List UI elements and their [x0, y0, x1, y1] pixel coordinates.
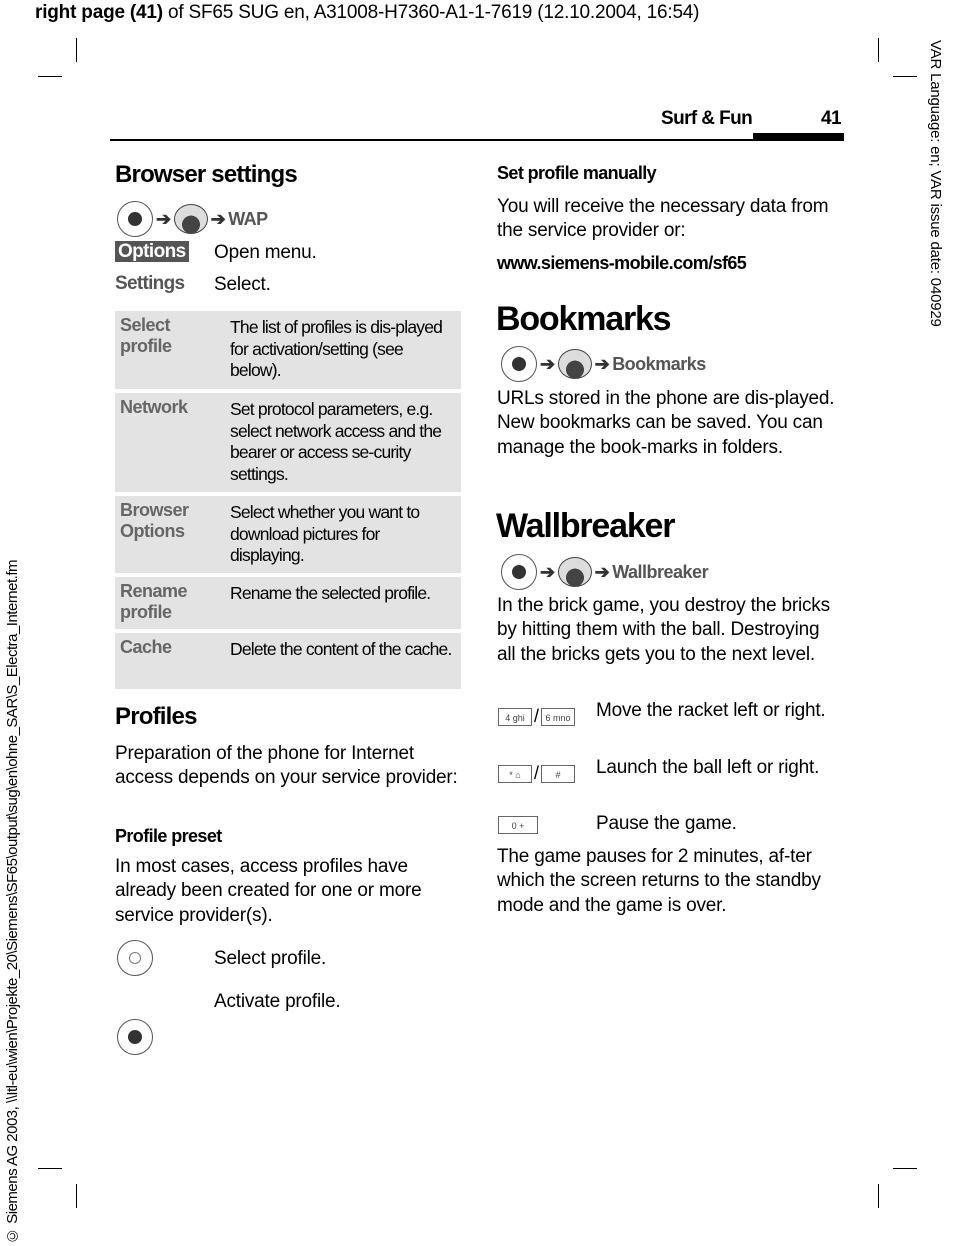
row-key: Browser Options: [115, 496, 225, 573]
row-desc: Rename the selected profile.: [225, 577, 461, 629]
crop-mark: [893, 76, 917, 77]
row-key: Rename profile: [115, 577, 225, 629]
browser-settings-title: Browser settings: [115, 161, 298, 188]
key-desc: Pause the game.: [596, 813, 737, 834]
crop-mark: [878, 38, 879, 62]
key-desc: Move the racket left or right.: [596, 700, 826, 721]
profile-preset-title: Profile preset: [115, 826, 222, 846]
options-desc: Open menu.: [214, 242, 317, 263]
siemens-url[interactable]: www.siemens-mobile.com/sf65: [497, 253, 747, 274]
manual-title: Set profile manually: [497, 163, 657, 183]
profiles-intro: Preparation of the phone for Internet ac…: [115, 743, 458, 789]
menu-path: ➔ ➔ WAP: [117, 201, 268, 237]
surf-fun-icon: [557, 557, 592, 587]
running-head-section: Surf & Fun: [661, 108, 753, 129]
side-text-left: © Siemens AG 2003, \\Itl-eu\wien\Projekt…: [4, 560, 21, 1244]
row-desc: Set protocol parameters, e.g. select net…: [225, 393, 461, 492]
wallbreaker-text: In the brick game, you destroy the brick…: [497, 595, 830, 665]
header-rule: [110, 139, 844, 141]
print-header: right page (41) of SF65 SUG en, A31008-H…: [35, 2, 700, 23]
arrow-icon: ➔: [540, 561, 555, 582]
arrow-icon: ➔: [594, 561, 610, 582]
key-single: 0 +: [498, 816, 538, 834]
nav-up-down-icon: [117, 940, 153, 976]
key-6-icon: 6 mno: [541, 707, 576, 726]
arrow-icon: ➔: [594, 353, 610, 374]
key-pair: * ⌂ / #: [498, 763, 576, 784]
bookmarks-title: Bookmarks: [496, 300, 672, 338]
profile-preset-text: In most cases, access profiles have alre…: [115, 856, 422, 926]
table-row: Select profile The list of profiles is di…: [115, 311, 461, 389]
table-row: Network Set protocol parameters, e.g. sel…: [115, 393, 461, 492]
page-tab: [753, 133, 844, 141]
table-row: Cache Delete the content of the cache.: [115, 633, 461, 689]
wallbreaker-path: ➔ ➔ Wallbreaker: [501, 554, 709, 590]
crop-mark: [76, 38, 77, 62]
settings-desc: Select.: [214, 274, 271, 295]
arrow-icon: ➔: [156, 208, 171, 229]
step-text: Activate profile.: [214, 991, 341, 1012]
key-hash-icon: #: [541, 764, 576, 783]
wallbreaker-footer: The game pauses for 2 minutes, af-ter wh…: [497, 846, 821, 916]
surf-fun-icon: [173, 204, 208, 234]
crop-mark: [893, 1168, 917, 1169]
nav-key-icon: [117, 201, 153, 237]
nav-key-icon: [501, 346, 537, 382]
path-label: Bookmarks: [612, 353, 706, 374]
nav-key-icon: [501, 554, 537, 590]
wallbreaker-title: Wallbreaker: [496, 507, 676, 545]
profiles-title: Profiles: [115, 703, 197, 730]
table-row: Browser Options Select whether you want t…: [115, 496, 461, 573]
key-desc: Launch the ball left or right.: [596, 757, 820, 778]
table-row: Rename profile Rename the selected profil…: [115, 577, 461, 629]
crop-mark: [38, 1168, 62, 1169]
nav-center-icon: [117, 1019, 153, 1055]
key-4-icon: 4 ghi: [498, 707, 532, 726]
crop-mark: [878, 1184, 879, 1208]
path-label: WAP: [228, 208, 268, 229]
key-0-icon: 0 +: [498, 816, 538, 834]
bookmarks-path: ➔ ➔ Bookmarks: [501, 346, 706, 382]
row-desc: Select whether you want to download pict…: [225, 496, 461, 573]
row-key: Cache: [115, 633, 225, 689]
path-label: Wallbreaker: [612, 561, 709, 582]
row-desc: Delete the content of the cache.: [225, 633, 461, 689]
options-softkey[interactable]: Options: [115, 241, 189, 262]
key-star-icon: * ⌂: [498, 764, 532, 783]
crop-mark: [38, 76, 62, 77]
side-text-right: VAR Language: en; VAR issue date: 040929: [927, 40, 944, 327]
arrow-icon: ➔: [210, 208, 226, 229]
row-key: Select profile: [115, 311, 225, 389]
settings-label: Settings: [115, 273, 185, 294]
row-key: Network: [115, 393, 225, 492]
step-text: Select profile.: [214, 948, 327, 969]
settings-table: Select profile The list of profiles is di…: [115, 307, 461, 693]
manual-text: You will receive the necessary data from…: [497, 196, 829, 242]
bookmarks-text: URLs stored in the phone are dis-played.…: [497, 388, 835, 458]
arrow-icon: ➔: [540, 353, 555, 374]
surf-fun-icon: [557, 349, 592, 379]
key-pair: 4 ghi/6 mno: [498, 706, 576, 727]
page-number: 41: [821, 108, 842, 129]
row-desc: The list of profiles is dis-played for a…: [225, 311, 461, 389]
crop-mark: [76, 1184, 77, 1208]
